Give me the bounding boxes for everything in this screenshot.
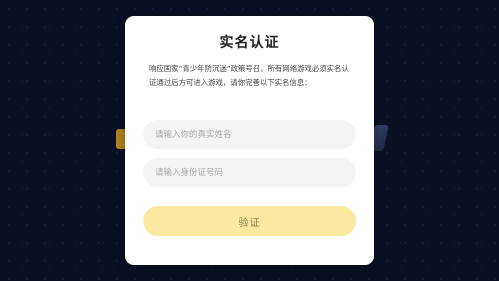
- real-name-input[interactable]: [143, 120, 356, 149]
- anti-addiction-notice: 响应国家“青少年防沉迷”政策号召，所有网络游戏必须实名认证通过后方可进入游戏，请…: [149, 64, 349, 87]
- real-name-verification-dialog: 实名认证 响应国家“青少年防沉迷”政策号召，所有网络游戏必须实名认证通过后方可进…: [125, 16, 374, 265]
- id-number-input[interactable]: [143, 158, 356, 187]
- verify-button[interactable]: 验证: [143, 206, 356, 236]
- dialog-title: 实名认证: [219, 35, 280, 51]
